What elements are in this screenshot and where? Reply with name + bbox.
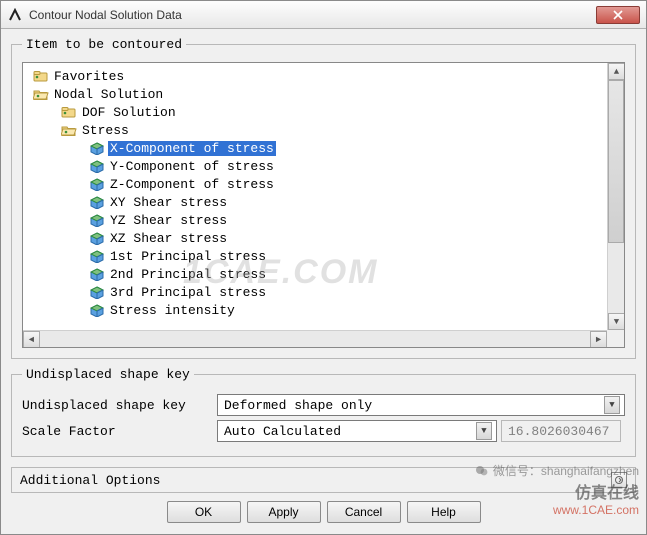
scroll-right-icon[interactable]: ► <box>590 331 607 348</box>
shape-key-label: Undisplaced shape key <box>22 398 217 413</box>
cube-icon <box>89 141 105 155</box>
undisplaced-shape-key-group: Undisplaced shape key Undisplaced shape … <box>11 367 636 457</box>
cube-icon <box>89 159 105 173</box>
scale-factor-dropdown[interactable]: Auto Calculated ▼ <box>217 420 497 442</box>
tree-item[interactable]: 1st Principal stress <box>29 247 607 265</box>
folder-icon <box>61 105 77 119</box>
scroll-left-icon[interactable]: ◄ <box>23 331 40 348</box>
additional-options-label: Additional Options <box>20 473 160 488</box>
scroll-down-icon[interactable]: ▼ <box>608 313 625 330</box>
scale-factor-value: 16.8026030467 <box>501 420 621 442</box>
tree-item[interactable]: XZ Shear stress <box>29 229 607 247</box>
folder-open-icon <box>33 87 49 101</box>
tree-item[interactable]: 3rd Principal stress <box>29 283 607 301</box>
window-title: Contour Nodal Solution Data <box>29 8 596 22</box>
scale-factor-label: Scale Factor <box>22 424 217 439</box>
cancel-button[interactable]: Cancel <box>327 501 401 523</box>
tree-item[interactable]: Z-Component of stress <box>29 175 607 193</box>
cube-icon <box>89 249 105 263</box>
expand-icon[interactable] <box>611 472 627 488</box>
group-legend: Undisplaced shape key <box>22 367 194 382</box>
scroll-track-h[interactable] <box>40 331 590 347</box>
dropdown-value: Auto Calculated <box>224 424 476 439</box>
dropdown-value: Deformed shape only <box>224 398 604 413</box>
tree-item-label: 2nd Principal stress <box>108 267 268 282</box>
tree-item-label: Nodal Solution <box>52 87 165 102</box>
chevron-down-icon[interactable]: ▼ <box>476 422 492 440</box>
scroll-track[interactable] <box>608 80 624 313</box>
scroll-corner <box>607 330 624 347</box>
form-row-shape-key: Undisplaced shape key Deformed shape onl… <box>22 394 625 416</box>
cube-icon <box>89 195 105 209</box>
tree-item[interactable]: X-Component of stress <box>29 139 607 157</box>
tree-item[interactable]: YZ Shear stress <box>29 211 607 229</box>
additional-options-bar[interactable]: Additional Options <box>11 467 636 493</box>
tree-item-label: DOF Solution <box>80 105 178 120</box>
tree-item-label: YZ Shear stress <box>108 213 229 228</box>
button-row: OK Apply Cancel Help <box>11 493 636 527</box>
tree-item[interactable]: Nodal Solution <box>29 85 607 103</box>
cube-icon <box>89 177 105 191</box>
cube-icon <box>89 285 105 299</box>
ok-button[interactable]: OK <box>167 501 241 523</box>
tree-item[interactable]: Y-Component of stress <box>29 157 607 175</box>
app-icon <box>7 7 23 23</box>
tree-item[interactable]: 2nd Principal stress <box>29 265 607 283</box>
cube-icon <box>89 231 105 245</box>
folder-icon <box>33 69 49 83</box>
dialog-content: Item to be contoured Favorites Nodal Solu… <box>1 29 646 534</box>
dialog-window: Contour Nodal Solution Data Item to be c… <box>0 0 647 535</box>
item-to-be-contoured-group: Item to be contoured Favorites Nodal Solu… <box>11 37 636 359</box>
help-button[interactable]: Help <box>407 501 481 523</box>
chevron-down-icon[interactable]: ▼ <box>604 396 620 414</box>
tree-view[interactable]: Favorites Nodal Solution DOF Solution Stres… <box>22 62 625 348</box>
tree-item[interactable]: Stress intensity <box>29 301 607 319</box>
tree-item[interactable]: XY Shear stress <box>29 193 607 211</box>
tree-item-label: Y-Component of stress <box>108 159 276 174</box>
group-legend: Item to be contoured <box>22 37 186 52</box>
scroll-up-icon[interactable]: ▲ <box>608 63 625 80</box>
tree-item[interactable]: DOF Solution <box>29 103 607 121</box>
tree-item[interactable]: Favorites <box>29 67 607 85</box>
tree-item-label: Stress intensity <box>108 303 237 318</box>
tree-item-label: 1st Principal stress <box>108 249 268 264</box>
tree-item[interactable]: Stress <box>29 121 607 139</box>
shape-key-dropdown[interactable]: Deformed shape only ▼ <box>217 394 625 416</box>
cube-icon <box>89 267 105 281</box>
tree-item-label: X-Component of stress <box>108 141 276 156</box>
tree-item-label: XY Shear stress <box>108 195 229 210</box>
vertical-scrollbar[interactable]: ▲ ▼ <box>607 63 624 330</box>
tree-item-label: Stress <box>80 123 131 138</box>
titlebar[interactable]: Contour Nodal Solution Data <box>1 1 646 29</box>
folder-open-icon <box>61 123 77 137</box>
close-button[interactable] <box>596 6 640 24</box>
tree-item-label: 3rd Principal stress <box>108 285 268 300</box>
tree-item-label: Favorites <box>52 69 126 84</box>
form-row-scale-factor: Scale Factor Auto Calculated ▼ 16.802603… <box>22 420 625 442</box>
horizontal-scrollbar[interactable]: ◄ ► <box>23 330 607 347</box>
tree-item-label: XZ Shear stress <box>108 231 229 246</box>
tree-item-label: Z-Component of stress <box>108 177 276 192</box>
scroll-thumb[interactable] <box>608 80 624 243</box>
cube-icon <box>89 303 105 317</box>
apply-button[interactable]: Apply <box>247 501 321 523</box>
cube-icon <box>89 213 105 227</box>
